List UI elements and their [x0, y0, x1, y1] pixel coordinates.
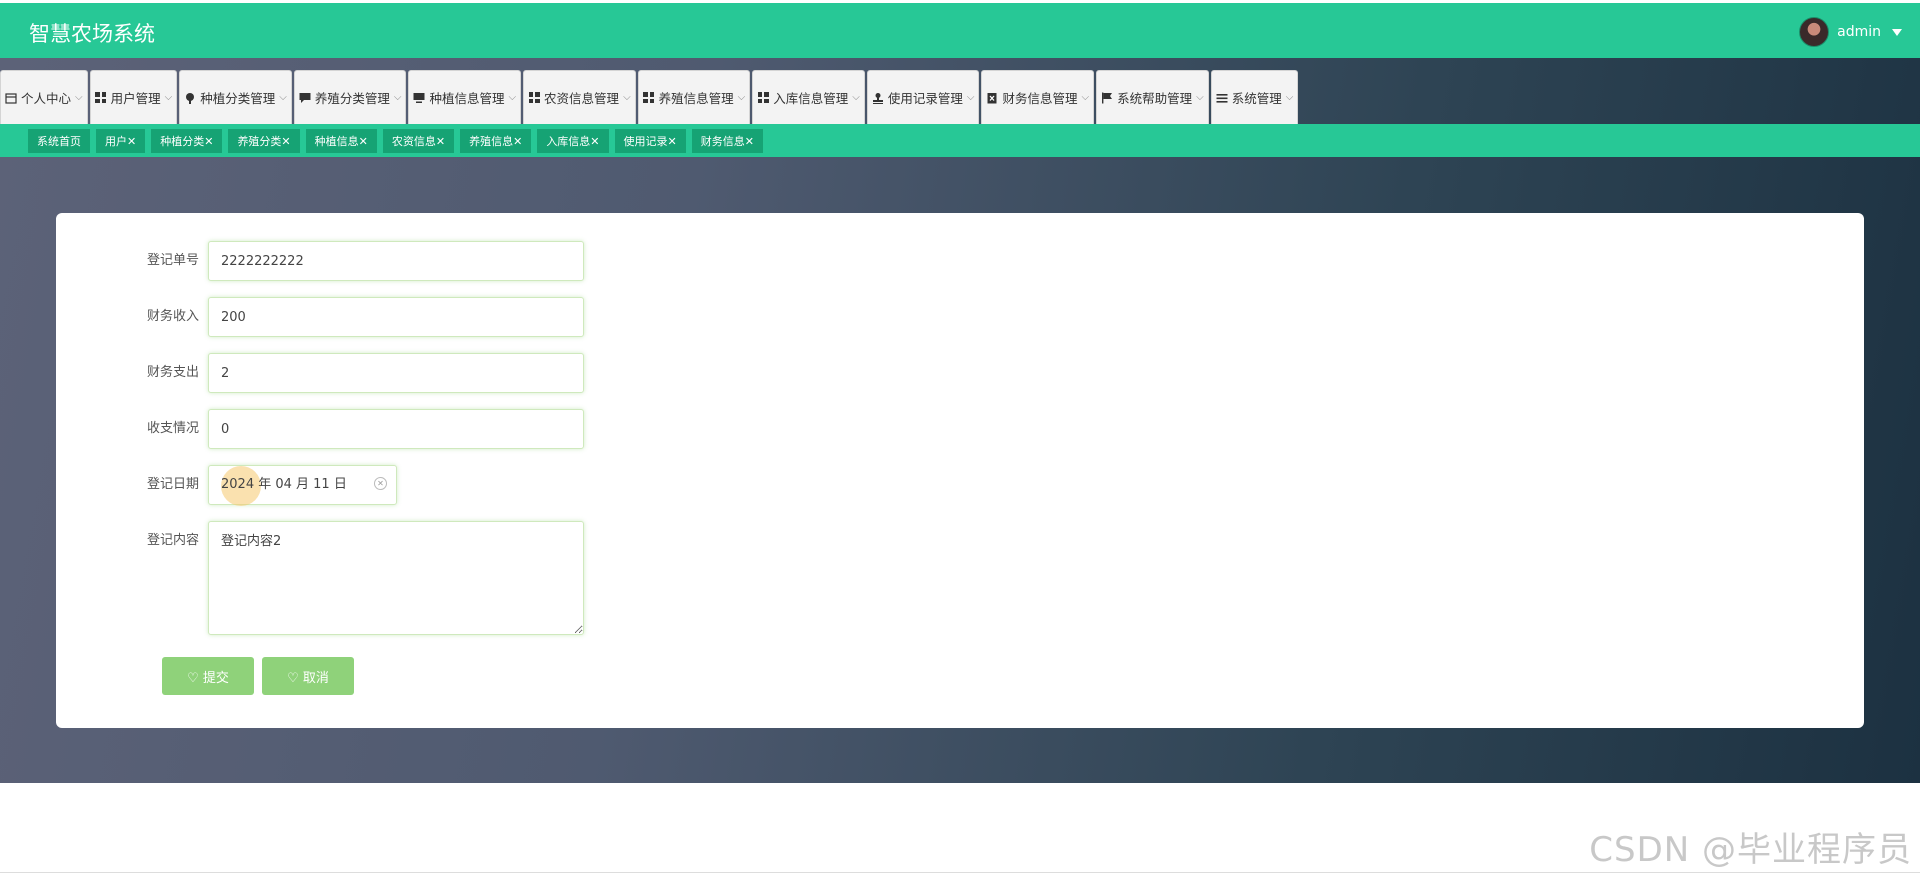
app-title: 智慧农场系统 [29, 22, 155, 46]
grid-icon [95, 92, 107, 104]
chevron-down-icon: ⌵ [1196, 92, 1204, 103]
watermark: CSDN @毕业程序员 [1589, 830, 1912, 870]
flag-icon [1101, 92, 1113, 104]
tab-finance[interactable]: 财务信息✕ [691, 129, 763, 153]
menu-item-usage-records[interactable]: 使用记录管理 ⌵ [866, 70, 980, 124]
menu-label: 养殖分类管理 [314, 91, 390, 106]
chevron-down-icon: ⌵ [623, 92, 631, 103]
balance-label: 收支情况 [146, 421, 199, 436]
divider [0, 872, 1920, 873]
list-icon [1216, 92, 1228, 104]
tab-usage-records[interactable]: 使用记录✕ [614, 129, 686, 153]
main-menu: 个人中心 ⌵ 用户管理 ⌵ 种植分类管理 ⌵ 养殖分类管理 ⌵ 种植信息管理 ⌵ 农资信息… [0, 70, 1299, 124]
app-root: 智慧农场系统 admin 个人中心 ⌵ 用户管理 ⌵ 种植分类管理 ⌵ 养殖分类管理 ⌵… [0, 0, 1920, 874]
menu-item-farm-supplies[interactable]: 农资信息管理 ⌵ [523, 70, 636, 124]
chevron-down-icon: ⌵ [75, 92, 83, 103]
income-label: 财务收入 [146, 309, 199, 324]
tab-breeding-category[interactable]: 养殖分类✕ [228, 129, 300, 153]
income-input[interactable] [208, 297, 584, 337]
monitor-icon [413, 92, 425, 104]
tab-users[interactable]: 用户✕ [96, 129, 146, 153]
date-value: 2024 年 04 月 11 日 [221, 477, 347, 492]
menu-label: 财务信息管理 [1002, 91, 1078, 106]
balance-input[interactable] [208, 409, 584, 449]
chevron-down-icon: ⌵ [966, 92, 975, 103]
top-header: 智慧农场系统 admin [0, 3, 1920, 58]
date-picker[interactable]: 2024 年 04 月 11 日 ✕ [208, 465, 397, 506]
chevron-down-icon: ⌵ [164, 92, 173, 103]
tab-planting-info[interactable]: 种植信息✕ [305, 129, 377, 153]
menu-item-planting-info[interactable]: 种植信息管理 ⌵ [408, 70, 522, 124]
user-menu[interactable]: admin [1799, 17, 1902, 47]
menu-label: 系统管理 [1231, 91, 1282, 106]
tab-breeding-info[interactable]: 养殖信息✕ [460, 129, 532, 153]
menu-item-stock-in[interactable]: 入库信息管理 ⌵ [752, 70, 865, 124]
delete-box-icon [986, 92, 998, 104]
form-row-balance: 收支情况 [56, 409, 584, 449]
menu-item-planting-category[interactable]: 种植分类管理 ⌵ [179, 70, 292, 124]
menu-item-system-management[interactable]: 系统管理 ⌵ [1210, 70, 1299, 124]
clear-icon[interactable]: ✕ [374, 477, 387, 490]
chevron-down-icon: ⌵ [737, 92, 746, 103]
chevron-down-icon: ⌵ [279, 92, 287, 103]
avatar[interactable] [1799, 17, 1830, 47]
grid-icon [757, 92, 769, 104]
menu-label: 用户管理 [110, 91, 161, 106]
tab-home[interactable]: 系统首页 [28, 129, 90, 153]
expense-label: 财务支出 [146, 365, 199, 380]
menu-item-personal-center[interactable]: 个人中心 ⌵ [0, 70, 88, 124]
form-row-expense: 财务支出 [56, 353, 584, 393]
chevron-down-icon: ⌵ [508, 92, 517, 103]
menu-label: 个人中心 [21, 91, 72, 106]
menu-item-breeding-category[interactable]: 养殖分类管理 ⌵ [293, 70, 407, 124]
content-textarea[interactable]: 登记内容2 [208, 521, 584, 635]
chevron-down-icon: ⌵ [1285, 92, 1294, 103]
tab-list: 系统首页 用户✕ 种植分类✕ 养殖分类✕ 种植信息✕ 农资信息✕ 养殖信息✕ 入… [28, 129, 763, 153]
menu-label: 农资信息管理 [544, 91, 620, 106]
menu-label: 养殖信息管理 [658, 91, 734, 106]
tab-bar: 系统首页 用户✕ 种植分类✕ 养殖分类✕ 种植信息✕ 农资信息✕ 养殖信息✕ 入… [0, 124, 1920, 157]
tab-stock-in[interactable]: 入库信息✕ [537, 129, 609, 153]
chat-icon [299, 92, 311, 104]
submit-button[interactable]: ♡ 提交 [162, 657, 254, 695]
date-label: 登记日期 [146, 477, 199, 492]
content-label: 登记内容 [146, 533, 199, 548]
pin-icon [184, 92, 196, 104]
cancel-button[interactable]: ♡ 取消 [262, 657, 354, 695]
stamp-icon [872, 92, 884, 104]
grid-icon [528, 92, 540, 104]
form-row-income: 财务收入 [56, 297, 584, 337]
caret-down-icon[interactable] [1892, 28, 1902, 36]
username[interactable]: admin [1837, 24, 1881, 40]
menu-label: 系统帮助管理 [1117, 91, 1193, 106]
chevron-down-icon: ⌵ [393, 92, 402, 103]
grid-icon [643, 92, 655, 104]
menu-item-system-help[interactable]: 系统帮助管理 ⌵ [1096, 70, 1209, 124]
form-row-order-no: 登记单号 [56, 241, 584, 281]
menu-label: 种植分类管理 [200, 91, 276, 106]
expense-input[interactable] [208, 353, 584, 393]
menu-item-user-management[interactable]: 用户管理 ⌵ [89, 70, 178, 124]
calendar-icon [5, 92, 17, 104]
menu-label: 种植信息管理 [429, 91, 505, 106]
tab-planting-category[interactable]: 种植分类✕ [151, 129, 223, 153]
menu-label: 入库信息管理 [773, 91, 849, 106]
menu-item-finance[interactable]: 财务信息管理 ⌵ [981, 70, 1095, 124]
order-no-label: 登记单号 [146, 253, 199, 268]
chevron-down-icon: ⌵ [852, 92, 860, 103]
menu-item-breeding-info[interactable]: 养殖信息管理 ⌵ [637, 70, 751, 124]
chevron-down-icon: ⌵ [1081, 92, 1090, 103]
form-row-content: 登记内容 登记内容2 [56, 521, 584, 635]
form-actions: ♡ 提交 ♡ 取消 [162, 657, 354, 695]
menu-label: 使用记录管理 [887, 91, 963, 106]
form-card: 登记单号 财务收入 财务支出 收支情况 登记日期 2024 年 04 月 11 … [56, 213, 1864, 728]
form-row-date: 登记日期 2024 年 04 月 11 日 ✕ [56, 465, 397, 506]
tab-farm-supplies[interactable]: 农资信息✕ [382, 129, 455, 153]
order-no-input[interactable] [208, 241, 584, 281]
